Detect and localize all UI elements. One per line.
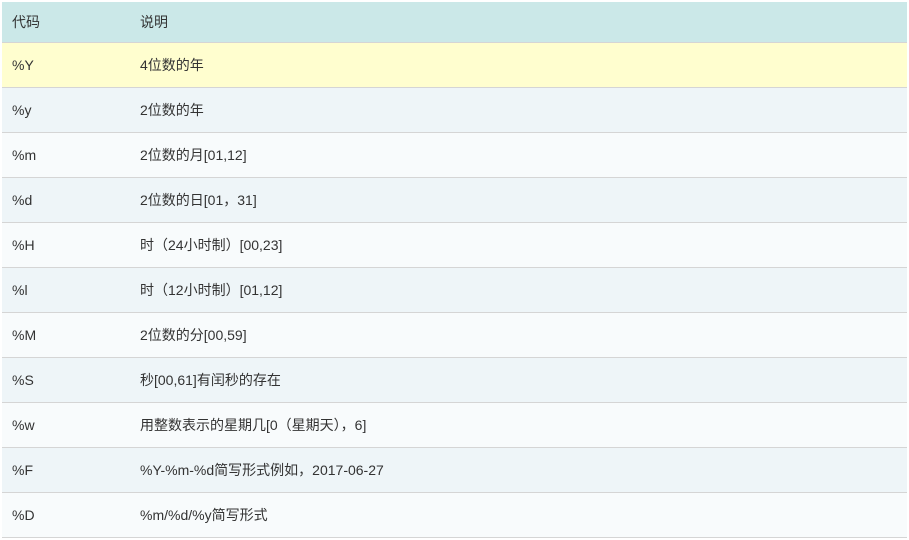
table-row: %F %Y-%m-%d简写形式例如，2017-06-27 — [2, 448, 907, 493]
cell-code: %y — [2, 88, 130, 133]
cell-code: %H — [2, 223, 130, 268]
table-header-row: 代码 说明 — [2, 2, 907, 43]
cell-code: %m — [2, 133, 130, 178]
cell-description: 4位数的年 — [130, 43, 907, 88]
table-row: %H 时（24小时制）[00,23] — [2, 223, 907, 268]
table-row: %D %m/%d/%y简写形式 — [2, 493, 907, 538]
cell-code: %d — [2, 178, 130, 223]
header-code: 代码 — [2, 2, 130, 43]
table-row: %y 2位数的年 — [2, 88, 907, 133]
cell-code: %F — [2, 448, 130, 493]
cell-code: %S — [2, 358, 130, 403]
cell-description: 2位数的日[01，31] — [130, 178, 907, 223]
cell-description: 时（12小时制）[01,12] — [130, 268, 907, 313]
table-row: %w 用整数表示的星期几[0（星期天），6] — [2, 403, 907, 448]
format-codes-table: 代码 说明 %Y 4位数的年 %y 2位数的年 %m 2位数的月[01,12] … — [2, 2, 907, 538]
table-row: %d 2位数的日[01，31] — [2, 178, 907, 223]
cell-code: %D — [2, 493, 130, 538]
cell-description: %Y-%m-%d简写形式例如，2017-06-27 — [130, 448, 907, 493]
cell-code: %l — [2, 268, 130, 313]
table-row: %S 秒[00,61]有闰秒的存在 — [2, 358, 907, 403]
cell-description: 时（24小时制）[00,23] — [130, 223, 907, 268]
cell-code: %M — [2, 313, 130, 358]
cell-description: %m/%d/%y简写形式 — [130, 493, 907, 538]
cell-code: %w — [2, 403, 130, 448]
cell-description: 用整数表示的星期几[0（星期天），6] — [130, 403, 907, 448]
cell-description: 2位数的分[00,59] — [130, 313, 907, 358]
table-row: %M 2位数的分[00,59] — [2, 313, 907, 358]
cell-description: 2位数的年 — [130, 88, 907, 133]
table-row: %m 2位数的月[01,12] — [2, 133, 907, 178]
table-row: %Y 4位数的年 — [2, 43, 907, 88]
header-description: 说明 — [130, 2, 907, 43]
cell-description: 2位数的月[01,12] — [130, 133, 907, 178]
table-row: %l 时（12小时制）[01,12] — [2, 268, 907, 313]
cell-code: %Y — [2, 43, 130, 88]
cell-description: 秒[00,61]有闰秒的存在 — [130, 358, 907, 403]
